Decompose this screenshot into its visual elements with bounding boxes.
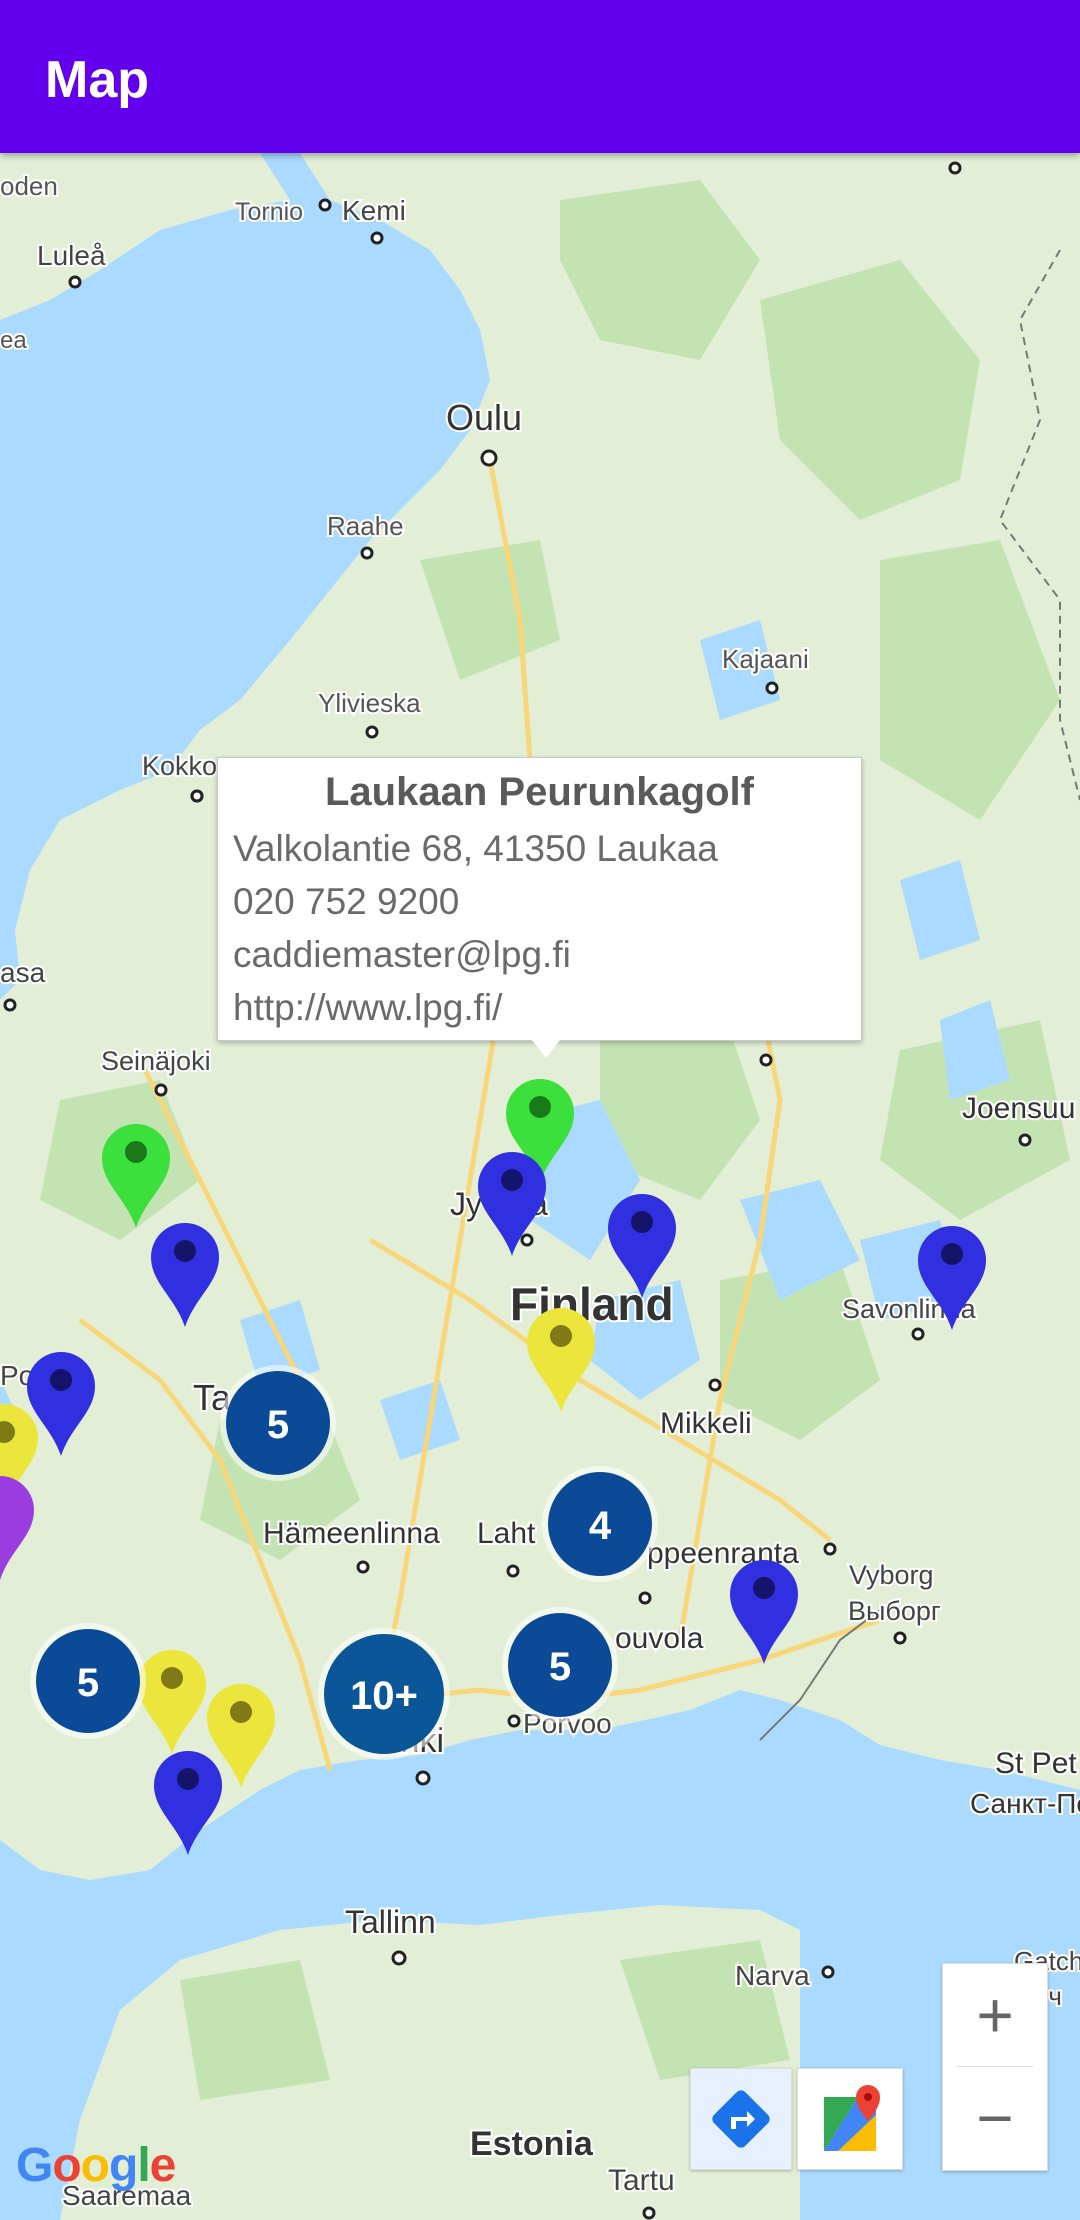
svg-text:Tartu: Tartu — [608, 2164, 675, 2197]
svg-text:ea: ea — [0, 327, 27, 354]
open-in-maps-button[interactable] — [797, 2068, 903, 2170]
svg-text:Kajaani: Kajaani — [722, 644, 809, 674]
svg-text:Tallinn: Tallinn — [345, 1904, 436, 1940]
app-bar: Map — [0, 0, 1080, 153]
svg-text:Joensuu: Joensuu — [962, 1092, 1075, 1125]
svg-text:Narva: Narva — [735, 1960, 810, 1991]
svg-text:Seinäjoki: Seinäjoki — [101, 1046, 211, 1076]
info-window[interactable]: Laukaan Peurunkagolf Valkolantie 68, 413… — [217, 757, 862, 1058]
zoom-in-button[interactable]: + — [943, 1964, 1047, 2066]
svg-text:5: 5 — [77, 1661, 99, 1705]
svg-text:Ylivieska: Ylivieska — [318, 688, 421, 718]
cluster-marker[interactable]: 5 — [502, 1607, 618, 1723]
info-website: http://www.lpg.fi/ — [233, 987, 503, 1028]
svg-text:5: 5 — [549, 1645, 571, 1689]
svg-text:Vyborg: Vyborg — [849, 1560, 934, 1590]
svg-text:10+: 10+ — [350, 1674, 418, 1718]
map-view[interactable]: Oulu Raahe Kajaani Ylivieska Kokko asa S… — [0, 153, 1080, 2220]
zoom-out-button[interactable]: − — [943, 2067, 1047, 2169]
svg-text:Kemi: Kemi — [342, 195, 406, 226]
svg-text:Estonia: Estonia — [470, 2125, 594, 2163]
cluster-marker[interactable]: 4 — [542, 1466, 658, 1582]
svg-text:oden: oden — [0, 171, 58, 201]
info-phone: 020 752 9200 — [233, 881, 460, 922]
directions-icon — [712, 2090, 770, 2148]
info-course-name: Laukaan Peurunkagolf — [325, 770, 754, 814]
svg-text:Raahe: Raahe — [327, 511, 404, 541]
cluster-marker[interactable]: 10+ — [318, 1628, 450, 1760]
info-email: caddiemaster@lpg.fi — [233, 934, 571, 975]
app-title: Map — [45, 51, 149, 109]
cluster-marker[interactable]: 5 — [220, 1365, 336, 1481]
svg-text:4: 4 — [589, 1504, 612, 1548]
svg-text:Mikkeli: Mikkeli — [660, 1407, 752, 1440]
svg-text:Hämeenlinna: Hämeenlinna — [263, 1517, 440, 1550]
svg-text:5: 5 — [267, 1403, 289, 1447]
zoom-controls: + − — [942, 1963, 1048, 2171]
svg-text:Выборг: Выборг — [848, 1596, 941, 1626]
svg-text:Tornio: Tornio — [235, 198, 303, 226]
info-address: Valkolantie 68, 41350 Laukaa — [233, 828, 718, 869]
svg-text:ouvola: ouvola — [615, 1622, 704, 1655]
google-logo: Google — [16, 2139, 176, 2192]
directions-button[interactable] — [690, 2068, 792, 2170]
svg-text:Laht: Laht — [477, 1517, 536, 1550]
google-maps-icon — [824, 2085, 880, 2151]
svg-text:asa: asa — [0, 957, 46, 988]
svg-text:St Pet: St Pet — [995, 1747, 1077, 1780]
map-canvas[interactable]: Oulu Raahe Kajaani Ylivieska Kokko asa S… — [0, 153, 1080, 2220]
svg-text:Oulu: Oulu — [446, 397, 522, 438]
svg-text:Санкт-Пе: Санкт-Пе — [970, 1788, 1080, 1819]
svg-text:Luleå: Luleå — [37, 240, 106, 271]
svg-text:Kokko: Kokko — [142, 751, 217, 781]
cluster-marker[interactable]: 5 — [30, 1623, 146, 1739]
